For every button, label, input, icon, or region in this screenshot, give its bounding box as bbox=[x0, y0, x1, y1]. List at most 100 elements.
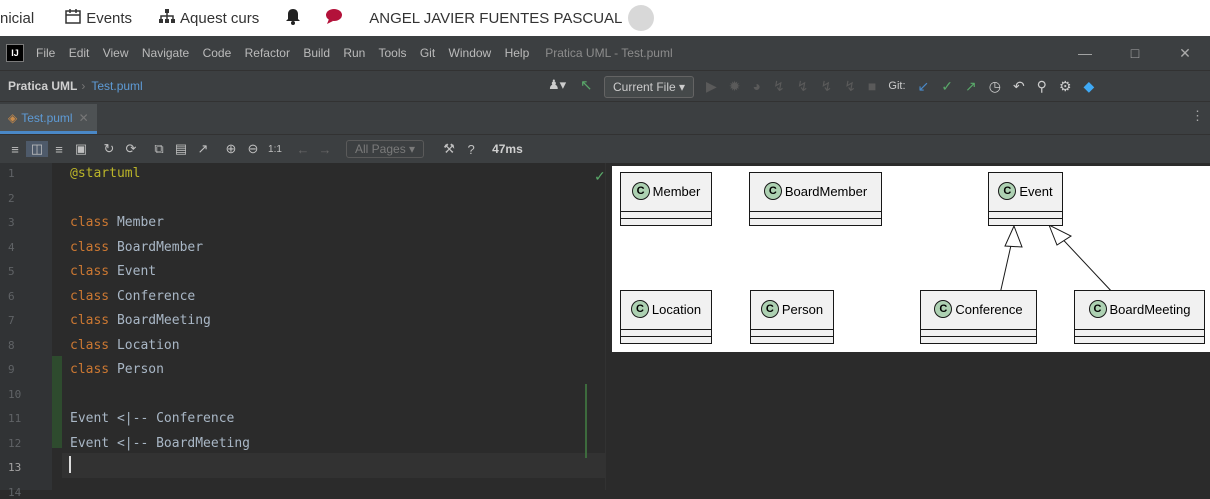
menu-refactor[interactable]: Refactor bbox=[245, 46, 290, 60]
menu-code[interactable]: Code bbox=[203, 46, 232, 60]
user-menu[interactable]: ANGEL JAVIER FUENTES PASCUAL bbox=[369, 0, 655, 36]
menu-tools[interactable]: Tools bbox=[378, 46, 406, 60]
image-icon[interactable]: ▣ bbox=[70, 141, 92, 157]
git-commit-icon[interactable]: ✓ bbox=[941, 78, 953, 95]
profile-icon[interactable]: ↯ bbox=[773, 78, 785, 95]
line-number: 9 bbox=[8, 363, 15, 376]
editor-tab-bar: ◈ Test.puml ✕ ⋮ bbox=[0, 101, 1210, 134]
git-push-icon[interactable]: ↗ bbox=[965, 78, 977, 95]
more-options-icon[interactable]: ⋮ bbox=[1191, 108, 1204, 124]
zoom-in-icon[interactable]: ⊕ bbox=[220, 141, 242, 157]
code-line: Event <|-- Conference bbox=[70, 411, 234, 426]
class-name: Location bbox=[651, 301, 702, 317]
breadcrumb-file[interactable]: Test.puml bbox=[91, 79, 142, 93]
class-name: BoardMeeting bbox=[1109, 301, 1191, 317]
editor-only-icon[interactable]: ≡ bbox=[4, 142, 26, 157]
all-pages-select[interactable]: All Pages ▾ bbox=[346, 140, 425, 158]
messages-button[interactable] bbox=[325, 0, 347, 36]
split-divider[interactable] bbox=[605, 163, 606, 490]
syntax-ok-check-icon: ✓ bbox=[594, 168, 606, 184]
class-name: Member bbox=[652, 183, 701, 199]
nav-item-label: Events bbox=[86, 9, 133, 27]
class-name: BoardMember bbox=[784, 183, 868, 199]
menu-edit[interactable]: Edit bbox=[69, 46, 90, 60]
line-number: 1 bbox=[8, 167, 15, 180]
nav-item-aquest-curs[interactable]: Aquest curs bbox=[158, 0, 259, 36]
line-number: 11 bbox=[8, 412, 22, 425]
navigation-bar: Pratica UML › Test.puml ♟▾ ↖ Current Fil… bbox=[0, 70, 1210, 101]
next-page-icon[interactable]: → bbox=[314, 142, 336, 157]
line-number: 13 bbox=[8, 461, 22, 474]
run-toolbar: ▶ ✹ ◕ ↯ ↯ ↯ ↯ ■ Git: ↙ ✓ ↗ ◷ ↶ ⚲ ⚙ ◆ bbox=[700, 71, 1100, 101]
plantuml-toolbar: ≡ ◫ ≡ ▣ ↻ ⟳ ⧉ ▤ ↗ ⊕ ⊖ 1:1 ← → All Pages … bbox=[0, 134, 1210, 163]
menu-view[interactable]: View bbox=[103, 46, 129, 60]
reload-icon[interactable]: ⟳ bbox=[120, 141, 142, 157]
profile-alt2-icon[interactable]: ↯ bbox=[820, 78, 832, 95]
class-boardmember: C BoardMember bbox=[749, 172, 882, 226]
actual-size-button[interactable]: 1:1 bbox=[264, 144, 286, 155]
run-icon[interactable]: ▶ bbox=[706, 78, 717, 95]
gear-icon[interactable]: ⚙ bbox=[1059, 78, 1072, 95]
user-settings-icon[interactable]: ♟▾ bbox=[548, 77, 566, 93]
profile-alt3-icon[interactable]: ↯ bbox=[844, 78, 856, 95]
close-tab-icon[interactable]: ✕ bbox=[79, 111, 89, 125]
line-number: 3 bbox=[8, 216, 15, 229]
vcs-change-marker bbox=[52, 356, 62, 448]
plugin-icon[interactable]: ◆ bbox=[1084, 78, 1095, 95]
menu-window[interactable]: Window bbox=[449, 46, 492, 60]
notifications-button[interactable] bbox=[285, 0, 305, 36]
line-number: 14 bbox=[8, 486, 22, 499]
breadcrumb-project[interactable]: Pratica UML bbox=[8, 79, 77, 93]
current-line-highlight bbox=[62, 453, 605, 478]
code-text: Location bbox=[109, 338, 180, 353]
menu-git[interactable]: Git bbox=[420, 46, 435, 60]
class-marker-icon: C bbox=[763, 182, 782, 200]
code-text: BoardMember bbox=[109, 240, 204, 255]
git-update-icon[interactable]: ↙ bbox=[918, 78, 930, 95]
window-controls: — □ ✕ bbox=[1060, 36, 1210, 70]
stop-icon[interactable]: ■ bbox=[868, 78, 876, 94]
wrench-icon[interactable]: ⚒ bbox=[438, 141, 460, 157]
prev-page-icon[interactable]: ← bbox=[292, 142, 314, 157]
run-configuration-label: Current File bbox=[613, 80, 676, 94]
profile-alt-icon[interactable]: ↯ bbox=[797, 78, 809, 95]
line-number: 4 bbox=[8, 241, 15, 254]
menu-run[interactable]: Run bbox=[343, 46, 365, 60]
maximize-icon[interactable]: □ bbox=[1110, 45, 1160, 61]
menu-help[interactable]: Help bbox=[505, 46, 530, 60]
browser-top-bar: nicial Events Aquest curs ANGEL JAVIER F… bbox=[0, 0, 1210, 36]
menu-build[interactable]: Build bbox=[303, 46, 330, 60]
refresh-icon[interactable]: ↻ bbox=[98, 141, 120, 157]
search-icon[interactable]: ⚲ bbox=[1037, 78, 1047, 95]
code-annotation: @startuml bbox=[70, 166, 141, 181]
coverage-icon[interactable]: ◕ bbox=[753, 78, 761, 94]
code-keyword: class bbox=[70, 338, 110, 353]
line-number: 6 bbox=[8, 290, 15, 303]
nav-item-inicial[interactable]: nicial bbox=[0, 0, 34, 36]
menu-navigate[interactable]: Navigate bbox=[142, 46, 189, 60]
split-view-icon[interactable]: ◫ bbox=[26, 141, 48, 157]
build-hammer-icon[interactable]: ↖ bbox=[580, 76, 593, 94]
minimize-icon[interactable]: — bbox=[1060, 45, 1110, 61]
zoom-out-icon[interactable]: ⊖ bbox=[242, 141, 264, 157]
class-name: Person bbox=[781, 301, 824, 317]
run-configuration-select[interactable]: Current File ▾ bbox=[604, 76, 695, 98]
menu-file[interactable]: File bbox=[36, 46, 55, 60]
help-icon[interactable]: ? bbox=[460, 142, 482, 157]
tab-test-puml[interactable]: ◈ Test.puml ✕ bbox=[0, 104, 97, 134]
class-boardmeeting: C BoardMeeting bbox=[1074, 290, 1205, 344]
text-caret bbox=[69, 456, 71, 473]
copy-icon[interactable]: ⧉ bbox=[148, 141, 170, 157]
code-keyword: class bbox=[70, 362, 110, 377]
line-number: 2 bbox=[8, 192, 15, 205]
render-time: 47ms bbox=[492, 142, 523, 156]
nav-item-events[interactable]: Events bbox=[64, 0, 132, 36]
preview-only-icon[interactable]: ≡ bbox=[48, 142, 70, 157]
save-icon[interactable]: ▤ bbox=[170, 141, 192, 157]
nav-item-label: Aquest curs bbox=[180, 9, 260, 27]
debug-icon[interactable]: ✹ bbox=[729, 78, 741, 95]
rollback-icon[interactable]: ↶ bbox=[1013, 78, 1025, 95]
open-external-icon[interactable]: ↗ bbox=[192, 141, 214, 157]
history-icon[interactable]: ◷ bbox=[989, 78, 1001, 95]
close-icon[interactable]: ✕ bbox=[1160, 45, 1210, 62]
